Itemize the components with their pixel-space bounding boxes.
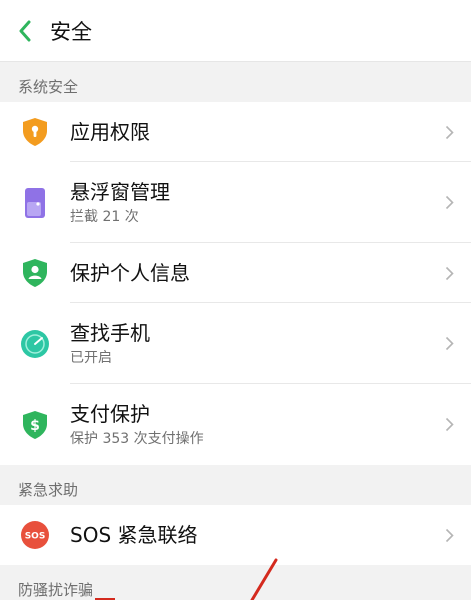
floating-window-icon: [25, 187, 45, 218]
item-title: 应用权限: [70, 120, 150, 144]
item-subtitle: 保护 353 次支付操作: [70, 430, 204, 447]
item-title: SOS 紧急联络: [70, 523, 198, 547]
chevron-left-icon: [19, 20, 31, 41]
item-title: 查找手机: [70, 320, 150, 345]
section-label-emergency: 紧急求助: [18, 481, 79, 499]
shield-lock-icon: [23, 118, 47, 146]
chevron-right-icon: [445, 266, 454, 280]
sos-icon: SOS: [21, 521, 49, 549]
section-label-anti-harassment: 防骚扰诈骗: [18, 581, 94, 599]
chevron-right-icon: [445, 195, 454, 210]
app-permissions-item[interactable]: 应用权限: [0, 102, 471, 162]
payment-protection-item[interactable]: $ 支付保护 保护 353 次支付操作: [0, 384, 471, 465]
chevron-right-icon: [445, 125, 454, 139]
item-title: 保护个人信息: [70, 261, 190, 285]
shield-dollar-icon: $: [23, 410, 47, 439]
chevron-right-icon: [445, 528, 454, 542]
find-phone-item[interactable]: 查找手机 已开启: [0, 303, 471, 384]
item-subtitle: 已开启: [70, 349, 112, 366]
emergency-group: SOS SOS 紧急联络: [0, 505, 471, 565]
find-phone-icon: [21, 329, 49, 358]
section-label-system-security: 系统安全: [18, 78, 79, 96]
svg-text:$: $: [30, 418, 40, 434]
back-button[interactable]: [0, 0, 50, 62]
item-title: 支付保护: [70, 401, 150, 426]
shield-person-icon: [23, 259, 47, 287]
app-header: 安全: [0, 0, 471, 62]
chevron-right-icon: [445, 417, 454, 432]
protect-personal-info-item[interactable]: 保护个人信息: [0, 243, 471, 303]
item-subtitle: 拦截 21 次: [70, 208, 139, 225]
page-title: 安全: [50, 19, 92, 44]
system-security-group: 应用权限 悬浮窗管理 拦截 21 次 保护个人信息 查找手机 已开启 $ 支付保…: [0, 102, 471, 465]
floating-window-item[interactable]: 悬浮窗管理 拦截 21 次: [0, 162, 471, 243]
svg-text:SOS: SOS: [25, 532, 46, 542]
sos-contact-item[interactable]: SOS SOS 紧急联络: [0, 505, 471, 565]
chevron-right-icon: [445, 336, 454, 351]
item-title: 悬浮窗管理: [70, 179, 170, 204]
